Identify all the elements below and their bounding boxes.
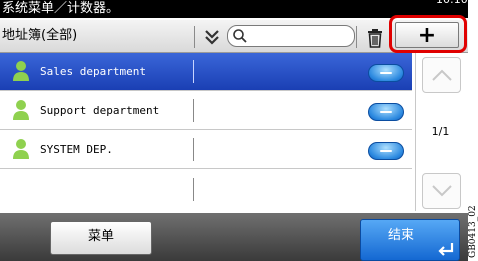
list-item[interactable]: Sales department [0, 53, 412, 91]
address-book-screen: 系统菜单／计数器。 10:10 地址簿(全部) [0, 0, 468, 261]
toolbar-divider [194, 26, 195, 48]
person-icon [13, 139, 29, 159]
screen-title: 系统菜单／计数器。 [2, 1, 120, 16]
scroll-panel: 1/1 [415, 53, 465, 211]
addressbook-selector[interactable]: 地址簿(全部) [2, 26, 194, 46]
detail-button[interactable] [368, 142, 404, 160]
filter-button[interactable] [197, 24, 227, 50]
detail-button[interactable] [368, 103, 404, 121]
delete-button[interactable] [360, 25, 390, 51]
person-icon [13, 61, 29, 81]
list-item-name: SYSTEM DEP. [40, 143, 113, 156]
clock: 10:10 [436, 0, 468, 9]
row-divider [193, 60, 194, 83]
page-indicator: 1/1 [431, 125, 450, 138]
enter-icon [438, 243, 454, 256]
scroll-down-button[interactable] [422, 173, 461, 209]
chevron-up-icon [431, 69, 452, 81]
menu-button[interactable]: 菜单 [50, 221, 152, 255]
search-icon [233, 29, 247, 43]
chevron-down-icon [431, 185, 452, 197]
row-divider [193, 138, 194, 161]
row-divider [193, 178, 194, 201]
image-code: GB0413_02 [468, 205, 478, 258]
address-list: Sales department Support department SYST… [0, 53, 415, 211]
person-icon [13, 100, 29, 120]
search-input[interactable] [227, 25, 355, 47]
empty-list-row [0, 170, 412, 210]
list-item-name: Sales department [40, 65, 146, 78]
list-item[interactable]: Support department [0, 92, 412, 130]
footer: 菜单 结束 [0, 213, 468, 261]
list-item[interactable]: SYSTEM DEP. [0, 131, 412, 169]
end-button-label: 结束 [387, 228, 414, 243]
row-divider [193, 99, 194, 122]
trash-icon [368, 29, 382, 48]
chevron-down-double-icon [205, 30, 219, 45]
end-button[interactable]: 结束 [360, 219, 460, 261]
toolbar-divider [356, 26, 357, 48]
scroll-up-button[interactable] [422, 57, 461, 93]
detail-button[interactable] [368, 64, 404, 82]
list-item-name: Support department [40, 104, 160, 117]
add-button-highlight [389, 15, 467, 53]
